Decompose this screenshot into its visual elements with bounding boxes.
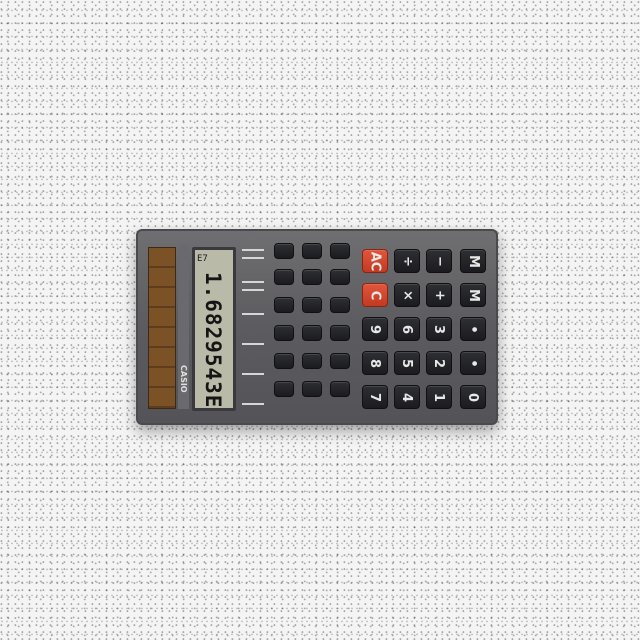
function-button[interactable]: • xyxy=(460,317,486,341)
label-tick xyxy=(242,343,264,345)
function-label-column xyxy=(238,243,268,411)
sci-key[interactable] xyxy=(330,243,350,259)
digit-5-button[interactable]: 5 xyxy=(394,351,420,375)
digit-7-button[interactable]: 7 xyxy=(362,385,388,409)
sci-key[interactable] xyxy=(302,325,322,341)
multiply-button[interactable]: × xyxy=(394,283,420,307)
divide-button[interactable]: ÷ xyxy=(394,249,420,273)
label-tick xyxy=(242,373,264,375)
digit-8-button[interactable]: 8 xyxy=(362,351,388,375)
model-label xyxy=(178,265,189,355)
label-tick xyxy=(242,289,264,291)
sci-key[interactable] xyxy=(302,297,322,313)
brand-strip: CASIO xyxy=(178,245,189,409)
solar-panel xyxy=(148,247,176,409)
decimal-button[interactable]: • xyxy=(460,351,486,375)
sci-key[interactable] xyxy=(274,269,294,285)
digit-9-button[interactable]: 9 xyxy=(362,317,388,341)
digit-4-button[interactable]: 4 xyxy=(394,385,420,409)
sci-key[interactable] xyxy=(330,381,350,397)
memory-button[interactable]: M xyxy=(460,249,486,273)
label-tick xyxy=(242,281,264,283)
sci-key[interactable] xyxy=(330,353,350,369)
sci-key[interactable] xyxy=(330,269,350,285)
sci-key[interactable] xyxy=(330,325,350,341)
memory-button[interactable]: M xyxy=(460,283,486,307)
brand-label: CASIO xyxy=(179,365,188,393)
label-tick xyxy=(242,403,264,405)
sci-key[interactable] xyxy=(274,381,294,397)
sci-key[interactable] xyxy=(274,353,294,369)
display-readout: 1.6829543E2 xyxy=(201,272,225,411)
label-tick xyxy=(242,257,264,259)
display-indicator: E7 xyxy=(197,254,208,264)
sci-key[interactable] xyxy=(274,243,294,259)
all-clear-button[interactable]: AC xyxy=(362,249,388,273)
minus-button[interactable]: − xyxy=(426,249,452,273)
digit-1-button[interactable]: 1 xyxy=(426,385,452,409)
photo-scene: CASIO E7 1.6829543E2 AC ÷ − M C × + M 9 … xyxy=(0,0,640,640)
sci-key[interactable] xyxy=(302,353,322,369)
sci-key[interactable] xyxy=(302,269,322,285)
label-tick xyxy=(242,249,264,251)
sci-key[interactable] xyxy=(302,381,322,397)
digit-6-button[interactable]: 6 xyxy=(394,317,420,341)
calculator: CASIO E7 1.6829543E2 AC ÷ − M C × + M 9 … xyxy=(136,229,498,425)
clear-button[interactable]: C xyxy=(362,283,388,307)
lcd-display: E7 1.6829543E2 xyxy=(192,247,236,411)
digit-0-button[interactable]: 0 xyxy=(460,385,486,409)
sci-key[interactable] xyxy=(302,243,322,259)
digit-3-button[interactable]: 3 xyxy=(426,317,452,341)
sci-key[interactable] xyxy=(330,297,350,313)
label-tick xyxy=(242,313,264,315)
sci-key[interactable] xyxy=(274,325,294,341)
digit-2-button[interactable]: 2 xyxy=(426,351,452,375)
plus-button[interactable]: + xyxy=(426,283,452,307)
sci-key[interactable] xyxy=(274,297,294,313)
keypad: AC ÷ − M C × + M 9 6 3 • 8 5 2 • 7 4 1 0 xyxy=(270,239,492,415)
